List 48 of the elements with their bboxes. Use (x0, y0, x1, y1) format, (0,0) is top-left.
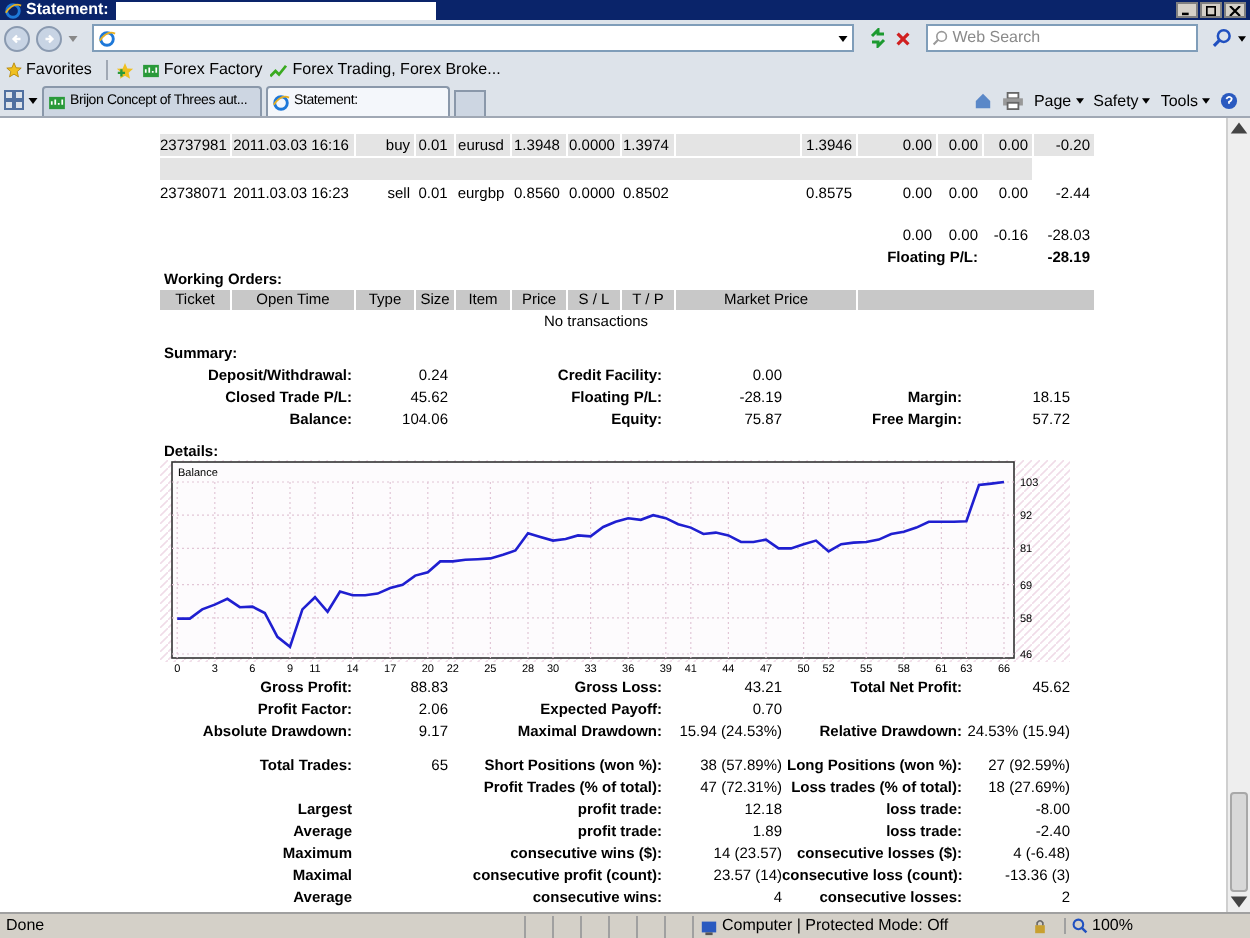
caret-icon[interactable] (1238, 35, 1246, 41)
page-icon (97, 29, 116, 47)
add-favorite-icon[interactable] (115, 61, 134, 79)
address-field[interactable] (91, 24, 855, 52)
lock-icon[interactable] (1032, 918, 1048, 934)
search-button[interactable] (1212, 28, 1232, 48)
caret-icon (1142, 98, 1151, 104)
home-icon[interactable] (973, 92, 992, 110)
bar-chart-icon (48, 95, 66, 109)
stop-icon[interactable] (894, 29, 913, 47)
caret-icon[interactable] (838, 35, 849, 41)
favorite-link[interactable]: Forex Trading, Forex Broke... (270, 62, 501, 78)
status-text: Done (4, 918, 47, 934)
zoom-button[interactable]: 100% (1064, 918, 1133, 934)
maximize-button[interactable] (1200, 2, 1222, 18)
computer-icon (700, 917, 718, 935)
bar-chart-icon (141, 63, 160, 77)
search-field[interactable]: Web Search (926, 24, 1199, 52)
favorite-link[interactable]: Forex Factory (141, 62, 263, 78)
close-button[interactable] (1224, 2, 1246, 18)
line-chart-icon (270, 63, 289, 77)
favorites-button[interactable]: Favorites (6, 62, 92, 78)
scroll-thumb[interactable] (1230, 792, 1248, 892)
star-icon (6, 62, 22, 78)
quick-tabs-icon[interactable] (4, 90, 24, 110)
blank-cell (676, 134, 800, 156)
search-input[interactable]: Web Search (952, 26, 1193, 50)
arrow-icon (41, 31, 56, 45)
arrow-icon (9, 31, 24, 45)
search-icon (932, 30, 949, 46)
browser-icon (272, 93, 290, 111)
menu-button[interactable]: Tools (1160, 93, 1210, 109)
print-icon[interactable] (1001, 92, 1024, 110)
minimize-button[interactable] (1176, 2, 1198, 18)
help-icon[interactable] (1220, 92, 1238, 110)
zone-text: Computer | Protected Mode: Off (722, 918, 949, 934)
menu-button[interactable]: Safety (1093, 93, 1151, 109)
menu-button[interactable]: Page (1033, 93, 1084, 109)
browser-icon (4, 1, 22, 19)
window-title: Statement: (26, 2, 109, 18)
back-button[interactable] (4, 25, 30, 51)
caret-icon[interactable] (28, 98, 38, 104)
caret-icon (1202, 98, 1210, 104)
caret-icon (1075, 98, 1084, 104)
refresh-icon[interactable] (868, 28, 889, 48)
scrollbar[interactable] (1226, 118, 1250, 912)
forward-button[interactable] (35, 25, 62, 51)
search-icon (1072, 918, 1088, 934)
